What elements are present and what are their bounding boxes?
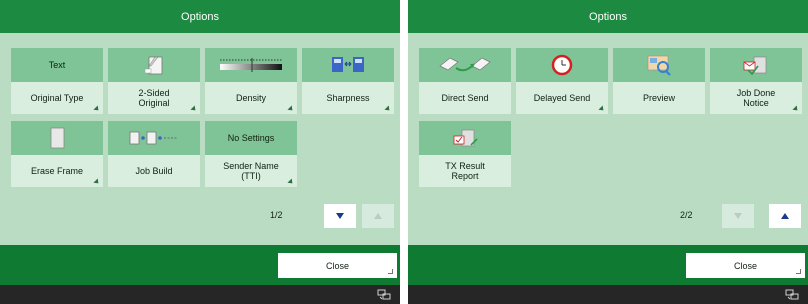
job-done-notice-icon	[743, 56, 767, 76]
close-label: Close	[733, 260, 757, 271]
arrow-down-icon	[734, 213, 742, 219]
tile-delayed-send[interactable]: Delayed Send	[516, 48, 608, 114]
network-status-icon[interactable]	[376, 287, 392, 301]
page-up-button[interactable]	[769, 204, 801, 228]
delayed-send-clock-icon	[551, 54, 573, 76]
tile-job-done-notice[interactable]: Job Done Notice	[710, 48, 802, 114]
options-title: Options	[589, 10, 627, 23]
tile-sharpness[interactable]: Sharpness	[302, 48, 394, 114]
tile-job-build[interactable]: Job Build	[108, 121, 200, 187]
status-bar	[0, 285, 400, 304]
options-title: Options	[181, 10, 219, 23]
footer-bar: Close	[0, 245, 400, 285]
options-panel-page-2: Options Direct Send Delayed Send Preview…	[408, 0, 808, 304]
tile-density[interactable]: Density	[205, 48, 297, 114]
arrow-up-icon	[781, 213, 789, 219]
sender-name-value: No Settings	[205, 121, 297, 155]
tile-label: 2-Sided Original	[108, 82, 200, 114]
tile-label: Sender Name (TTI)	[205, 155, 297, 187]
two-sided-document-icon	[144, 56, 163, 75]
close-button[interactable]: Close	[278, 253, 397, 278]
tile-label: Delayed Send	[516, 82, 608, 114]
density-slider-icon	[220, 58, 282, 72]
options-title-bar: Options	[408, 0, 808, 33]
tile-2-sided-original[interactable]: 2-Sided Original	[108, 48, 200, 114]
tile-label: Density	[205, 82, 297, 114]
page-down-button[interactable]	[324, 204, 356, 228]
page-up-button	[362, 204, 394, 228]
job-build-icon	[129, 131, 178, 145]
tx-result-report-icon	[453, 129, 478, 147]
tile-label: TX Result Report	[419, 155, 511, 187]
tile-label: Direct Send	[419, 82, 511, 114]
preview-magnifier-icon	[647, 55, 671, 76]
tile-label: Job Build	[108, 155, 200, 187]
tile-label: Original Type	[11, 82, 103, 114]
erase-frame-page-icon	[50, 127, 65, 149]
corner-icon	[796, 269, 801, 274]
close-label: Close	[325, 260, 349, 271]
tile-preview[interactable]: Preview	[613, 48, 705, 114]
tile-direct-send[interactable]: Direct Send	[419, 48, 511, 114]
options-title-bar: Options	[0, 0, 400, 33]
page-indicator: 2/2	[680, 210, 693, 220]
page-down-button	[722, 204, 754, 228]
sharpness-compare-icon	[332, 57, 364, 72]
close-button[interactable]: Close	[686, 253, 805, 278]
tile-sender-name[interactable]: No Settings Sender Name (TTI)	[205, 121, 297, 187]
direct-send-icon	[439, 57, 491, 72]
arrow-up-icon	[374, 213, 382, 219]
arrow-down-icon	[336, 213, 344, 219]
tile-erase-frame[interactable]: Erase Frame	[11, 121, 103, 187]
tile-label: Sharpness	[302, 82, 394, 114]
tile-original-type[interactable]: Text Original Type	[11, 48, 103, 114]
status-bar	[408, 285, 808, 304]
options-panel-page-1: Options Text Original Type 2-Sided Origi…	[0, 0, 400, 304]
tile-tx-result-report[interactable]: TX Result Report	[419, 121, 511, 187]
original-type-value: Text	[11, 48, 103, 82]
footer-bar: Close	[408, 245, 808, 285]
tile-label: Job Done Notice	[710, 82, 802, 114]
tile-label: Preview	[613, 82, 705, 114]
page-indicator: 1/2	[270, 210, 283, 220]
tile-label: Erase Frame	[11, 155, 103, 187]
network-status-icon[interactable]	[784, 287, 800, 301]
corner-icon	[388, 269, 393, 274]
